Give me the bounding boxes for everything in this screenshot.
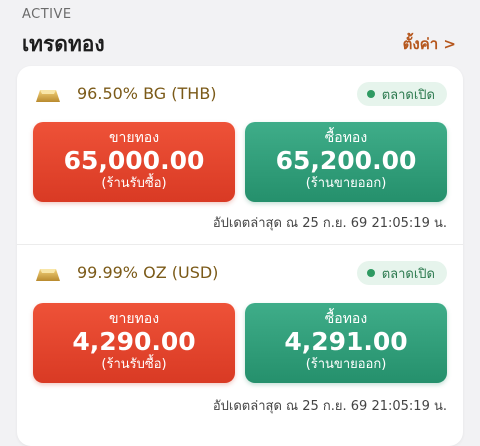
buy-gold-button[interactable]: ซื้อทอง 65,200.00 (ร้านขายออก) (245, 122, 447, 202)
buy-price: 65,200.00 (275, 146, 417, 175)
gold-bar-icon (35, 88, 61, 102)
market-status-badge: ตลาดเปิด (356, 261, 447, 285)
buy-label: ซื้อทอง (324, 130, 368, 146)
sell-gold-button[interactable]: ขายทอง 65,000.00 (ร้านรับซื้อ) (33, 122, 235, 202)
product-name: 96.50% BG (THB) (77, 84, 217, 103)
market-status-text: ตลาดเปิด (381, 87, 435, 103)
sell-sublabel: (ร้านรับซื้อ) (101, 357, 167, 372)
market-status-badge: ตลาดเปิด (356, 82, 447, 106)
product-row: 99.99% OZ (USD) ตลาดเปิด ขายทอง 4,290.00… (17, 244, 463, 435)
status-dot-icon (366, 90, 375, 98)
gold-price-card: 96.50% BG (THB) ตลาดเปิด ขายทอง 65,000.0… (17, 66, 463, 446)
sell-label: ขายทอง (108, 130, 160, 146)
settings-link[interactable]: ตั้งค่า > (403, 32, 456, 56)
last-updated-text: อัปเดตล่าสุด ณ 25 ก.ย. 69 21:05:19 น. (212, 216, 447, 231)
status-dot-icon (366, 269, 375, 277)
sell-price: 65,000.00 (63, 146, 205, 175)
product-name: 99.99% OZ (USD) (77, 263, 219, 282)
sell-label: ขายทอง (108, 311, 160, 327)
buy-sublabel: (ร้านขายออก) (305, 357, 387, 372)
buy-gold-button[interactable]: ซื้อทอง 4,291.00 (ร้านขายออก) (245, 303, 447, 383)
sell-sublabel: (ร้านรับซื้อ) (101, 176, 167, 191)
product-row: 96.50% BG (THB) ตลาดเปิด ขายทอง 65,000.0… (17, 66, 463, 244)
buy-price: 4,291.00 (284, 327, 408, 356)
section-label: ACTIVE (22, 7, 72, 22)
sell-price: 4,290.00 (72, 327, 196, 356)
buy-sublabel: (ร้านขายออก) (305, 176, 387, 191)
buy-label: ซื้อทอง (324, 311, 368, 327)
last-updated-text: อัปเดตล่าสุด ณ 25 ก.ย. 69 21:05:19 น. (212, 399, 447, 414)
market-status-text: ตลาดเปิด (381, 266, 435, 282)
page-title: เทรดทอง (22, 32, 105, 56)
gold-bar-icon (35, 267, 61, 281)
sell-gold-button[interactable]: ขายทอง 4,290.00 (ร้านรับซื้อ) (33, 303, 235, 383)
